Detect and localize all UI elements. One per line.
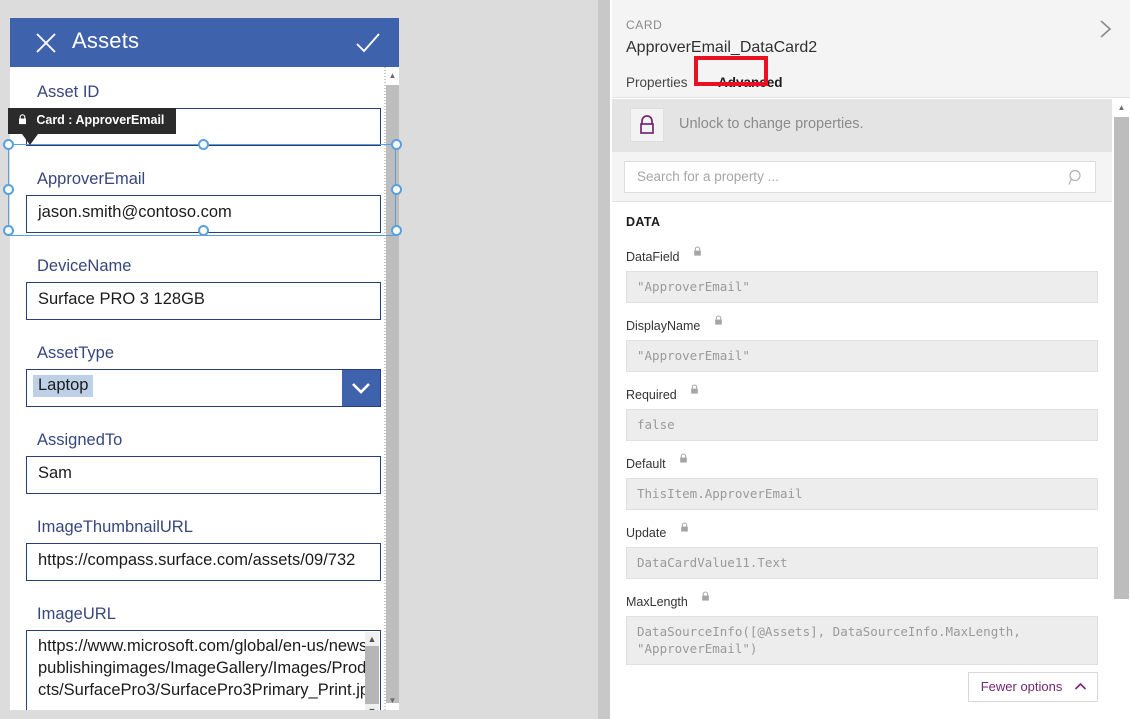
form-field-image-url[interactable]: ImageURL https://www.microsoft.com/globa… <box>26 603 381 710</box>
assigned-to-input[interactable]: Sam <box>26 456 381 494</box>
scroll-down-arrow-icon[interactable]: ▼ <box>365 704 379 710</box>
property-value[interactable]: "ApproverEmail" <box>626 340 1098 372</box>
lock-closed-icon <box>714 313 723 331</box>
scroll-up-arrow-icon[interactable]: ▲ <box>1114 100 1129 115</box>
scrollbar-thumb[interactable] <box>386 85 399 703</box>
property-value[interactable]: false <box>626 409 1098 441</box>
resize-handle-top-center[interactable] <box>198 139 209 150</box>
property-value[interactable]: ThisItem.ApproverEmail <box>626 478 1098 510</box>
property-search-wrapper: Search for a property ... <box>612 152 1112 202</box>
search-input[interactable]: Search for a property ... <box>637 169 779 184</box>
property-datafield: DataField "ApproverEmail" <box>626 246 1098 303</box>
form-field-asset-type[interactable]: AssetType Laptop <box>26 342 381 407</box>
form-field-device-name[interactable]: DeviceName Surface PRO 3 128GB <box>26 255 381 320</box>
property-default: Default ThisItem.ApproverEmail <box>626 453 1098 510</box>
scrollbar-thumb[interactable] <box>1114 117 1129 599</box>
resize-handle-top-right[interactable] <box>391 139 402 150</box>
chevron-right-icon[interactable] <box>1094 18 1116 40</box>
properties-panel: CARD ApproverEmail_DataCard2 Properties … <box>612 0 1130 719</box>
property-value[interactable]: DataSourceInfo([@Assets], DataSourceInfo… <box>626 616 1098 665</box>
property-value[interactable]: "ApproverEmail" <box>626 271 1098 303</box>
form-field-assigned-to[interactable]: AssignedTo Sam <box>26 429 381 494</box>
property-label: Default <box>626 457 666 471</box>
properties-list: DATA DataField "ApproverEmail" DisplayNa… <box>612 203 1112 719</box>
close-x-icon[interactable] <box>32 29 60 57</box>
image-url-value: https://www.microsoft.com/global/en-us/n… <box>38 637 379 699</box>
app-root: Assets Asset ID ApproverEmail jason.smit… <box>0 0 1130 719</box>
resize-handle-middle-left[interactable] <box>3 184 14 195</box>
lock-closed-icon <box>701 589 710 607</box>
scrollbar-thumb[interactable] <box>365 646 379 704</box>
form-body: Asset ID ApproverEmail jason.smith@conto… <box>10 67 399 710</box>
property-label: DisplayName <box>626 319 701 333</box>
chevron-down-icon[interactable] <box>342 370 380 406</box>
field-label: ApproverEmail <box>37 170 146 188</box>
field-label: ImageURL <box>37 605 116 623</box>
field-label: AssignedTo <box>37 431 123 449</box>
panel-header: CARD ApproverEmail_DataCard2 Properties … <box>612 0 1130 98</box>
canvas-horizontal-gutter[interactable] <box>598 0 610 719</box>
panel-scrollbar[interactable]: ▲ <box>1112 99 1130 719</box>
property-displayname: DisplayName "ApproverEmail" <box>626 315 1098 372</box>
form-field-approver-email[interactable]: ApproverEmail jason.smith@contoso.com <box>26 168 381 233</box>
asset-type-dropdown[interactable]: Laptop <box>26 369 381 407</box>
property-value[interactable]: DataCardValue11.Text <box>626 547 1098 579</box>
scroll-up-arrow-icon[interactable]: ▲ <box>386 69 399 83</box>
property-label: DataField <box>626 250 680 264</box>
unlock-banner-text: Unlock to change properties. <box>679 116 864 132</box>
resize-handle-bottom-center[interactable] <box>198 225 209 236</box>
fewer-options-label: Fewer options <box>980 679 1063 694</box>
tab-properties[interactable]: Properties <box>626 70 700 96</box>
tooltip-text: Card : ApproverEmail <box>36 113 165 127</box>
device-name-input[interactable]: Surface PRO 3 128GB <box>26 282 381 320</box>
search-icon[interactable] <box>1068 169 1085 191</box>
field-label: Asset ID <box>37 83 100 101</box>
selection-tooltip: Card : ApproverEmail <box>8 108 177 134</box>
panel-title: ApproverEmail_DataCard2 <box>626 39 818 56</box>
section-title-data: DATA <box>626 215 661 229</box>
fewer-options-button[interactable]: Fewer options <box>967 672 1098 702</box>
image-url-scrollbar[interactable]: ▲ ▼ <box>365 632 379 710</box>
resize-handle-middle-right[interactable] <box>391 184 402 195</box>
field-label: ImageThumbnailURL <box>37 518 193 536</box>
checkmark-icon[interactable] <box>353 29 383 57</box>
property-update: Update DataCardValue11.Text <box>626 522 1098 579</box>
form-scrollbar[interactable]: ▲ ▼ <box>383 67 399 710</box>
scroll-down-arrow-icon[interactable]: ▼ <box>386 694 399 708</box>
field-label: AssetType <box>37 344 115 362</box>
lock-closed-icon <box>690 382 699 400</box>
scroll-up-arrow-icon[interactable]: ▲ <box>365 632 379 646</box>
form-field-image-thumbnail-url[interactable]: ImageThumbnailURL https://compass.surfac… <box>26 516 381 581</box>
tooltip-pointer <box>22 134 38 145</box>
resize-handle-bottom-left[interactable] <box>3 225 14 236</box>
field-label: DeviceName <box>37 257 132 275</box>
lock-closed-icon <box>693 244 702 262</box>
lock-closed-icon <box>679 451 688 469</box>
resize-handle-bottom-right[interactable] <box>391 225 402 236</box>
app-form-header: Assets <box>10 18 399 67</box>
chevron-up-icon <box>1074 679 1087 694</box>
advanced-tab-highlight <box>694 56 768 86</box>
image-thumbnail-url-input[interactable]: https://compass.surface.com/assets/09/73… <box>26 543 381 581</box>
image-url-textarea[interactable]: https://www.microsoft.com/global/en-us/n… <box>26 630 381 710</box>
lock-closed-icon[interactable] <box>630 108 664 142</box>
unlock-banner: Unlock to change properties. <box>612 99 1112 152</box>
property-required: Required false <box>626 384 1098 441</box>
property-search-box[interactable]: Search for a property ... <box>624 161 1096 193</box>
property-label: Required <box>626 388 677 402</box>
lock-closed-icon <box>18 113 30 127</box>
lock-closed-icon <box>680 520 689 538</box>
property-label: MaxLength <box>626 595 688 609</box>
app-title: Assets <box>72 28 140 53</box>
property-label: Update <box>626 526 667 540</box>
asset-type-selected-value: Laptop <box>33 375 94 397</box>
property-maxlength: MaxLength DataSourceInfo([@Assets], Data… <box>626 591 1098 665</box>
resize-handle-top-left[interactable] <box>3 139 14 150</box>
panel-eyebrow: CARD <box>626 18 663 32</box>
